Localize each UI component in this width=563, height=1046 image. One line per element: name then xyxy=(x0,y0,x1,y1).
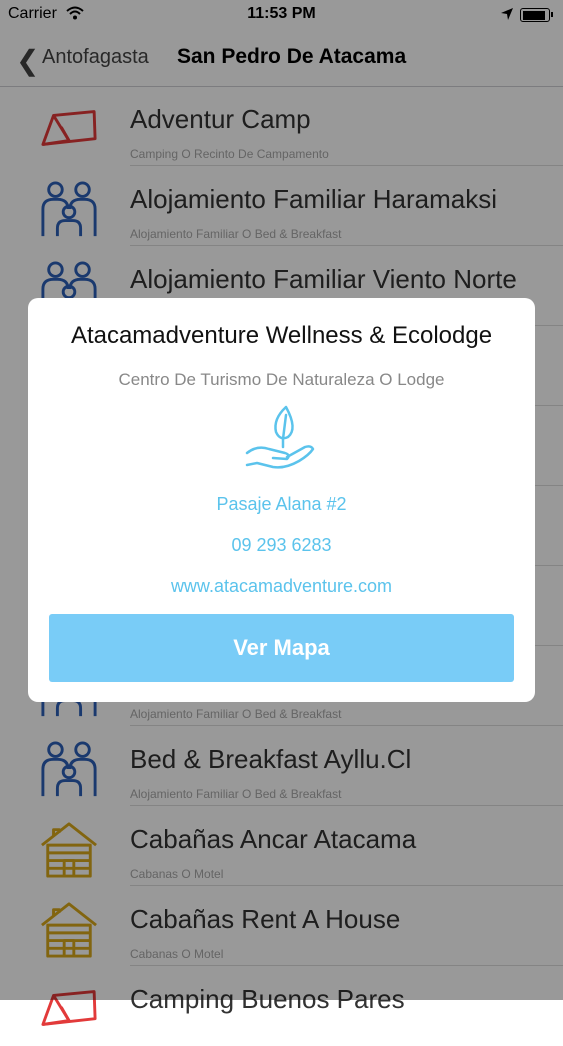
view-map-button[interactable]: Ver Mapa xyxy=(49,614,514,682)
phone-link[interactable]: 09 293 6283 xyxy=(28,535,535,556)
address-link[interactable]: Pasaje Alana #2 xyxy=(28,494,535,515)
website-link[interactable]: www.atacamadventure.com xyxy=(28,576,535,597)
modal-title: Atacamadventure Wellness & Ecolodge xyxy=(70,322,493,349)
leaf-hand-icon xyxy=(245,405,315,469)
place-detail-modal: Atacamadventure Wellness & Ecolodge Cent… xyxy=(28,298,535,702)
modal-category: Centro De Turismo De Naturaleza O Lodge xyxy=(118,370,445,389)
